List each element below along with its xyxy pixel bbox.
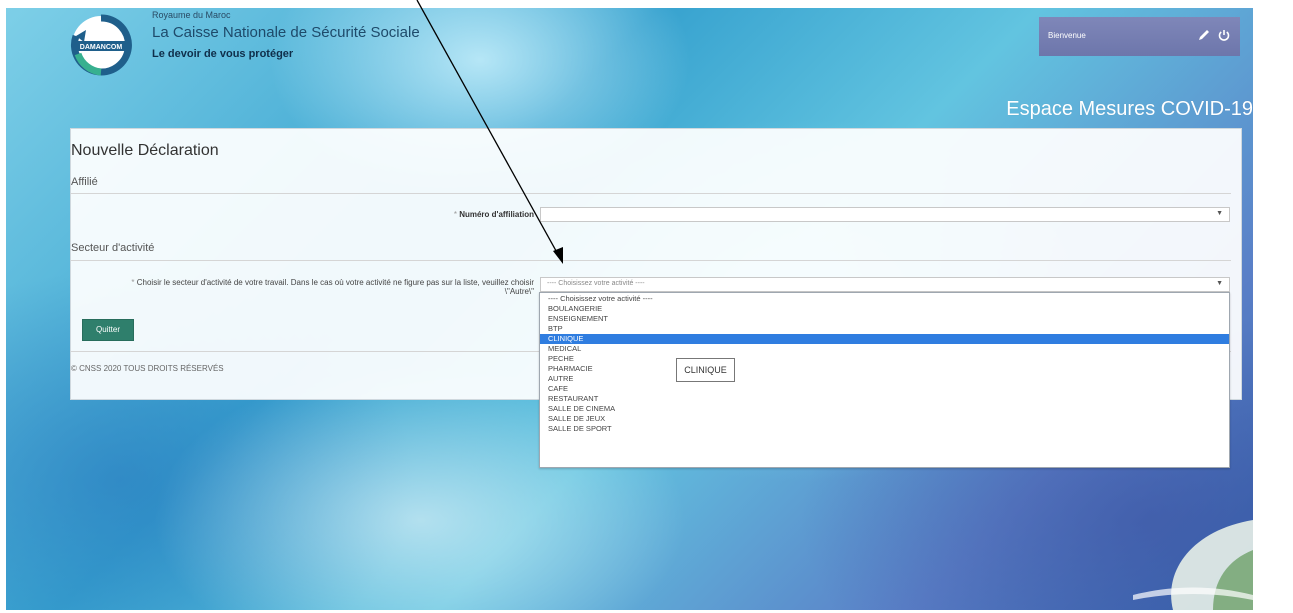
frame-top: [0, 0, 1293, 8]
dropdown-option-highlighted[interactable]: CLINIQUE: [540, 334, 1229, 344]
power-icon[interactable]: [1217, 28, 1231, 42]
affiliation-select[interactable]: ▼: [540, 207, 1230, 222]
space-title: Espace Mesures COVID-19: [1006, 98, 1253, 120]
pencil-icon[interactable]: [1197, 28, 1211, 42]
kingdom-label: Royaume du Maroc: [152, 10, 231, 20]
divider: [71, 260, 1231, 261]
dropdown-option[interactable]: PHARMACIE: [540, 364, 1229, 374]
dropdown-option[interactable]: ---- Choisissez votre activité ----: [540, 294, 1229, 304]
dropdown-option[interactable]: SALLE DE JEUX: [540, 414, 1229, 424]
dropdown-option[interactable]: BOULANGERIE: [540, 304, 1229, 314]
logo-text: DAMANCOM: [80, 44, 123, 51]
chevron-down-icon: ▼: [1216, 210, 1223, 217]
welcome-label: Bienvenue: [1048, 31, 1086, 40]
dropdown-option[interactable]: SALLE DE CINEMA: [540, 404, 1229, 414]
copyright: © CNSS 2020 TOUS DROITS RÉSERVÉS: [71, 364, 224, 373]
secteur-label: * Choisir le secteur d'activité de votre…: [131, 278, 534, 296]
welcome-box: Bienvenue: [1039, 17, 1240, 56]
damancom-logo[interactable]: DAMANCOM: [70, 14, 132, 76]
option-tooltip: CLINIQUE: [676, 358, 735, 382]
institution-title: La Caisse Nationale de Sécurité Sociale: [152, 24, 420, 41]
divider: [71, 193, 1231, 194]
dropdown-option[interactable]: AUTRE: [540, 374, 1229, 384]
secteur-dropdown-list[interactable]: ---- Choisissez votre activité ---- BOUL…: [539, 292, 1230, 468]
section-secteur: Secteur d'activité: [71, 242, 155, 254]
section-affilie: Affilié: [71, 176, 98, 188]
dropdown-option[interactable]: RESTAURANT: [540, 394, 1229, 404]
chevron-down-icon: ▼: [1216, 280, 1223, 287]
dropdown-option[interactable]: CAFE: [540, 384, 1229, 394]
dropdown-option[interactable]: ENSEIGNEMENT: [540, 314, 1229, 324]
dropdown-option[interactable]: BTP: [540, 324, 1229, 334]
dropdown-option[interactable]: MEDICAL: [540, 344, 1229, 354]
decorative-shape: [1133, 520, 1253, 610]
tagline: Le devoir de vous protéger: [152, 48, 294, 60]
quit-button[interactable]: Quitter: [82, 319, 134, 341]
frame-left: [0, 0, 6, 613]
secteur-selected-value: ---- Choisissez votre activité ----: [547, 280, 645, 287]
dropdown-option[interactable]: PECHE: [540, 354, 1229, 364]
page-title: Nouvelle Déclaration: [71, 142, 219, 159]
frame-right: [1253, 0, 1293, 613]
secteur-select[interactable]: ---- Choisissez votre activité ---- ▼: [540, 277, 1230, 292]
affiliation-label: * Numéro d'affiliation: [453, 210, 534, 219]
dropdown-option[interactable]: SALLE DE SPORT: [540, 424, 1229, 434]
